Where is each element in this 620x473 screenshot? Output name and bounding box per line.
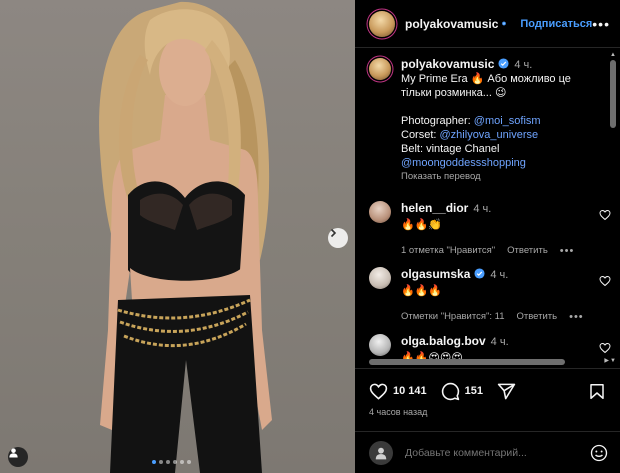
save-action[interactable]: [588, 382, 606, 401]
comment-bubble-icon[interactable]: [441, 382, 460, 401]
post-side-panel: polyakovamusic Подписаться ••• polyakova…: [355, 0, 620, 473]
comment-text: 🔥🔥🔥: [401, 285, 443, 297]
commenter-username[interactable]: helen__dior: [401, 201, 468, 215]
caption-time: 4 ч.: [514, 59, 533, 71]
corset-label: Corset:: [401, 129, 440, 141]
verified-badge-icon: [498, 58, 509, 69]
comment-time: 4 ч.: [490, 336, 509, 348]
comment-options-button[interactable]: •••: [560, 244, 575, 258]
comment-text: 🔥🔥😍😍😍: [401, 352, 463, 359]
vertical-scrollbar[interactable]: ▲ ▼: [610, 52, 616, 364]
comment-time: 4 ч.: [473, 203, 492, 215]
corset-link[interactable]: @zhilyova_universe: [440, 129, 539, 141]
belt-label: Belt: vintage Chanel: [401, 143, 500, 155]
add-comment-row: [355, 431, 620, 473]
carousel-dot: [187, 460, 191, 464]
horizontal-scrollbar[interactable]: ▶: [369, 357, 609, 365]
verified-badge-icon: [502, 21, 507, 26]
comment-likes[interactable]: Отметки "Нравится": 11: [401, 310, 505, 324]
comment-item: olgasumska 4 ч. 🔥🔥🔥 Отметки "Нравится": 1…: [369, 267, 611, 324]
commenter-avatar[interactable]: [369, 334, 391, 356]
emoji-smile-icon[interactable]: [590, 444, 608, 462]
comment-action[interactable]: 151: [441, 382, 483, 401]
likes-count[interactable]: 10 141: [393, 385, 427, 397]
caption-avatar[interactable]: [369, 58, 391, 80]
post-timestamp[interactable]: 4 часов назад: [355, 403, 620, 417]
caption-username[interactable]: polyakovamusic: [401, 57, 494, 71]
comment-options-button[interactable]: •••: [569, 310, 584, 324]
carousel-dot: [159, 460, 163, 464]
user-tag-icon: [9, 448, 18, 458]
vertical-scroll-thumb[interactable]: [610, 60, 616, 128]
current-user-avatar: [369, 440, 393, 465]
photo-illustration: [99, 1, 272, 473]
scroll-up-icon[interactable]: ▲: [610, 52, 616, 58]
reply-button[interactable]: Ответить: [507, 244, 548, 258]
share-action[interactable]: [497, 382, 516, 401]
next-photo-button[interactable]: [328, 228, 348, 248]
author-avatar[interactable]: [369, 10, 395, 37]
comments-scroll-area[interactable]: polyakovamusic 4 ч. My Prime Era 🔥 Або мо…: [355, 49, 620, 359]
comment-item: olga.balog.bov 4 ч. 🔥🔥😍😍😍: [369, 334, 611, 359]
photographer-label: Photographer:: [401, 115, 474, 127]
carousel-dot: [152, 460, 156, 464]
post-header: polyakovamusic Подписаться •••: [355, 0, 620, 48]
commenter-avatar[interactable]: [369, 267, 391, 289]
follow-button[interactable]: Подписаться: [520, 18, 592, 30]
author-username[interactable]: polyakovamusic: [405, 17, 498, 31]
heart-icon[interactable]: [369, 382, 388, 401]
default-user-icon: [375, 447, 387, 459]
show-translation-button[interactable]: Показать перевод: [401, 170, 571, 184]
add-comment-input[interactable]: [405, 446, 590, 459]
carousel-dot: [173, 460, 177, 464]
carousel-dot: [180, 460, 184, 464]
user-tag-button[interactable]: [8, 447, 28, 467]
like-action[interactable]: 10 141: [369, 382, 427, 401]
post-caption: polyakovamusic 4 ч. My Prime Era 🔥 Або мо…: [369, 57, 609, 184]
caption-line-1: My Prime Era 🔥 Або можливо це: [401, 73, 571, 85]
carousel-dot: [166, 460, 170, 464]
scroll-down-icon[interactable]: ▼: [610, 358, 616, 364]
bookmark-icon[interactable]: [588, 382, 606, 401]
comment-item: helen__dior 4 ч. 🔥🔥👏 1 отметка "Нравится"…: [369, 201, 611, 258]
paper-plane-icon[interactable]: [497, 382, 516, 401]
more-options-button[interactable]: •••: [592, 16, 610, 32]
photographer-link[interactable]: @moi_sofism: [474, 115, 541, 127]
carousel-indicator: [152, 460, 191, 464]
comment-likes[interactable]: 1 отметка "Нравится": [401, 244, 495, 258]
verified-badge-icon: [474, 268, 485, 279]
horizontal-scroll-thumb[interactable]: [369, 359, 565, 365]
comment-time: 4 ч.: [490, 269, 509, 281]
belt-shop-link[interactable]: @moongoddessshopping: [401, 156, 571, 170]
chevron-right-icon: [330, 228, 337, 238]
reply-button[interactable]: Ответить: [517, 310, 558, 324]
comment-text: 🔥🔥👏: [401, 219, 443, 231]
commenter-username[interactable]: olgasumska: [401, 267, 470, 281]
comments-count[interactable]: 151: [465, 385, 483, 397]
post-actions: 10 141 151 4 часов назад: [355, 368, 620, 417]
scroll-right-icon[interactable]: ▶: [604, 357, 609, 364]
post-photo[interactable]: [0, 0, 355, 473]
caption-line-2: тільки розминка... 😉: [401, 87, 507, 99]
commenter-username[interactable]: olga.balog.bov: [401, 334, 486, 348]
commenter-avatar[interactable]: [369, 201, 391, 223]
